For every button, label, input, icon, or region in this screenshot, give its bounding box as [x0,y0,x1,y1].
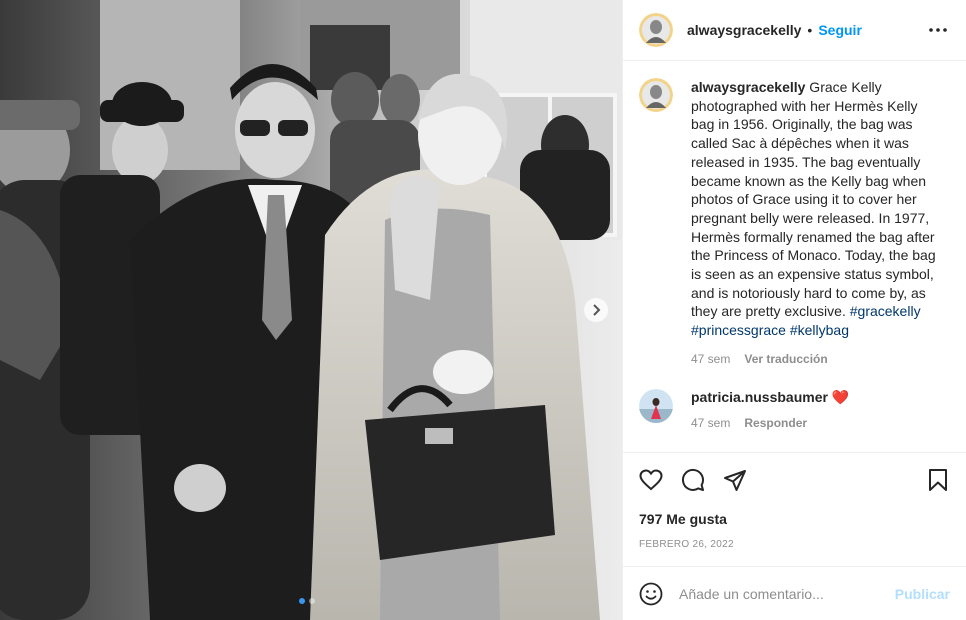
reply-button[interactable]: Responder [744,416,807,430]
more-icon [929,28,947,32]
caption-time: 47 sem [691,351,731,366]
send-icon [724,470,746,491]
emoji-icon [639,582,663,605]
commenter-username[interactable]: patricia.nussbaumer [691,389,828,405]
author-avatar[interactable] [639,13,673,47]
comments-list[interactable]: alwaysgracekelly Grace Kelly photographe… [623,62,966,452]
comment-time: 47 sem [691,415,731,430]
follow-button[interactable]: Seguir [818,22,862,38]
comment-text: ❤️ [831,388,850,405]
author-username[interactable]: alwaysgracekelly [687,22,801,38]
more-options-button[interactable] [926,18,950,42]
like-button[interactable] [639,468,663,492]
comment-button[interactable] [681,468,705,492]
action-icons [623,453,966,507]
likes-count[interactable]: 797 Me gusta [623,511,966,527]
comment-meta: 47 sem Responder [691,416,941,430]
save-button[interactable] [926,468,950,492]
hashtag-princessgrace[interactable]: #princessgrace [691,322,786,338]
carousel-next-button[interactable] [584,298,608,322]
comment-body: patricia.nussbaumer ❤️ 47 sem Responder [691,389,941,430]
comment-icon [682,468,704,491]
caption-meta: 47 sem Ver traducción [691,350,937,369]
caption-content: alwaysgracekelly Grace Kelly photographe… [691,78,937,340]
commenter-avatar[interactable] [639,388,673,423]
add-comment-form: Publicar [623,566,966,620]
caption-username[interactable]: alwaysgracekelly [691,79,805,95]
caption: alwaysgracekelly Grace Kelly photographe… [623,62,966,369]
comment-input[interactable] [679,585,895,602]
post-header: alwaysgracekelly • Seguir [623,0,966,61]
post-date[interactable]: FEBRERO 26, 2022 [623,539,966,550]
post-image [0,0,622,620]
heart-icon [639,469,663,491]
hashtag-kellybag[interactable]: #kellybag [790,322,849,338]
chevron-right-icon [593,304,601,316]
carousel-indicator [299,598,315,604]
post-photo[interactable] [0,0,622,620]
carousel-dot-active [299,598,305,604]
publish-button[interactable]: Publicar [895,586,950,602]
carousel-dot [309,598,315,604]
hashtag-gracekelly[interactable]: #gracekelly [850,303,921,319]
header-separator: • [807,22,813,38]
post-side-panel: alwaysgracekelly • Seguir alwaysgracekel… [622,0,966,620]
caption-text: Grace Kelly photographed with her Hermès… [691,79,936,320]
caption-body: alwaysgracekelly Grace Kelly photographe… [691,78,937,369]
post-actions: 797 Me gusta FEBRERO 26, 2022 [623,452,966,550]
see-translation-button[interactable]: Ver traducción [744,350,827,369]
share-button[interactable] [723,468,747,492]
bookmark-icon [929,469,947,491]
comment-item: patricia.nussbaumer ❤️ 47 sem Responder [623,369,966,430]
caption-avatar[interactable] [639,78,673,112]
emoji-button[interactable] [639,582,663,606]
